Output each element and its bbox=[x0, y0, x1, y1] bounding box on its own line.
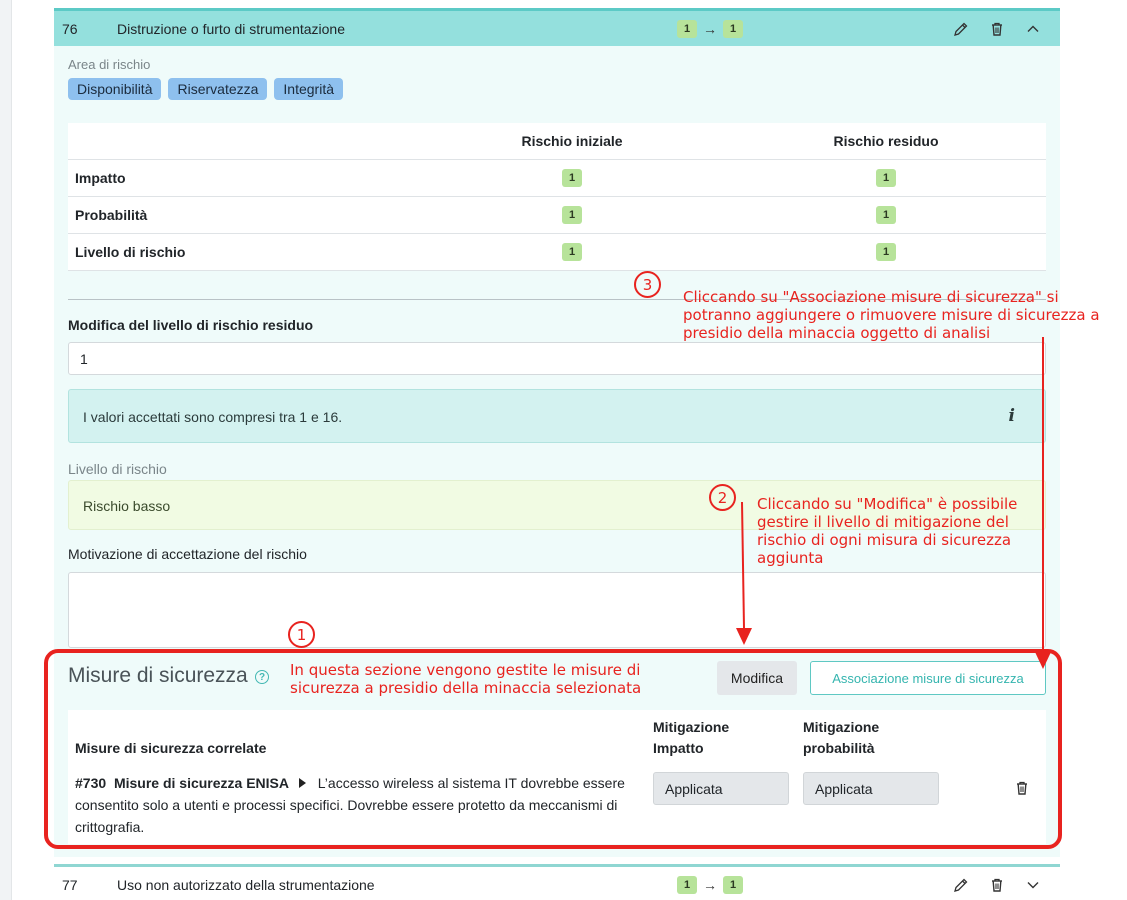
risk-table: Rischio iniziale Rischio residuo Impatto… bbox=[68, 123, 1046, 271]
risk-area-label: Area di rischio bbox=[68, 57, 151, 72]
annotation-text-3: Cliccando su "Associazione misure di sic… bbox=[683, 288, 1100, 342]
threat-number: 76 bbox=[62, 20, 78, 37]
annotation-number-1: 1 bbox=[288, 621, 315, 648]
table-row: Livello di rischio 1 1 bbox=[68, 233, 1046, 271]
table-row: Probabilità 1 1 bbox=[68, 196, 1046, 234]
threat-title: Distruzione o furto di strumentazione bbox=[117, 20, 345, 37]
col-initial-risk: Rischio iniziale bbox=[418, 123, 727, 160]
info-icon: i bbox=[1008, 406, 1015, 426]
chip-disponibilita: Disponibilità bbox=[68, 78, 162, 100]
risk-table-header: Rischio iniziale Rischio residuo bbox=[68, 123, 1046, 160]
residual-value-badge: 1 bbox=[876, 243, 897, 261]
threat-row-77[interactable]: 77 Uso non autorizzato della strumentazi… bbox=[54, 864, 1060, 900]
risk-level-label: Livello di rischio bbox=[68, 461, 167, 477]
empty-header-cell bbox=[68, 123, 418, 160]
chip-integrita: Integrità bbox=[274, 78, 343, 100]
threat-number: 77 bbox=[62, 876, 78, 893]
initial-value-badge: 1 bbox=[562, 243, 583, 261]
residual-level-input[interactable]: 1 bbox=[68, 342, 1046, 375]
info-text: I valori accettati sono compresi tra 1 e… bbox=[83, 409, 343, 425]
row-label: Probabilità bbox=[68, 196, 418, 234]
annotation-number-2: 2 bbox=[709, 484, 736, 511]
motivation-label: Motivazione di accettazione del rischio bbox=[68, 546, 307, 562]
residual-level-label: Modifica del livello di rischio residuo bbox=[68, 317, 314, 333]
chip-riservatezza: Riservatezza bbox=[168, 78, 268, 100]
left-sidebar-strip bbox=[0, 0, 12, 900]
risk-flow: 1 → 1 bbox=[677, 875, 817, 894]
risk-flow: 1 → 1 bbox=[677, 19, 817, 38]
risk-residual-badge: 1 bbox=[723, 875, 743, 894]
chevron-up-icon[interactable] bbox=[1024, 20, 1042, 38]
residual-value-badge: 1 bbox=[876, 169, 897, 187]
threat-title: Uso non autorizzato della strumentazione bbox=[117, 876, 375, 893]
edit-pencil-icon[interactable] bbox=[952, 20, 970, 38]
annotation-text-2: Cliccando su "Modifica" è possibile gest… bbox=[757, 495, 1018, 567]
residual-value-badge: 1 bbox=[876, 206, 897, 224]
arrow-right-icon: → bbox=[703, 20, 717, 37]
initial-value-badge: 1 bbox=[562, 206, 583, 224]
risk-initial-badge: 1 bbox=[677, 19, 697, 38]
table-row: Impatto 1 1 bbox=[68, 159, 1046, 197]
risk-residual-badge: 1 bbox=[723, 19, 743, 38]
trash-icon[interactable] bbox=[988, 876, 1006, 894]
info-alert: I valori accettati sono compresi tra 1 e… bbox=[68, 389, 1046, 443]
edit-pencil-icon[interactable] bbox=[952, 876, 970, 894]
trash-icon[interactable] bbox=[988, 20, 1006, 38]
chevron-down-icon[interactable] bbox=[1024, 876, 1042, 894]
motivation-textarea[interactable] bbox=[68, 572, 1046, 648]
row-label: Livello di rischio bbox=[68, 233, 418, 271]
annotation-text-1: In questa sezione vengono gestite le mis… bbox=[290, 661, 642, 697]
initial-value-badge: 1 bbox=[562, 169, 583, 187]
risk-initial-badge: 1 bbox=[677, 875, 697, 894]
risk-area-chips: Disponibilità Riservatezza Integrità bbox=[68, 78, 343, 100]
arrow-right-icon: → bbox=[703, 876, 717, 893]
col-residual-risk: Rischio residuo bbox=[726, 123, 1046, 160]
threat-row-76[interactable]: 76 Distruzione o furto di strumentazione… bbox=[54, 8, 1060, 46]
row-label: Impatto bbox=[68, 159, 418, 197]
annotation-number-3: 3 bbox=[634, 271, 661, 298]
